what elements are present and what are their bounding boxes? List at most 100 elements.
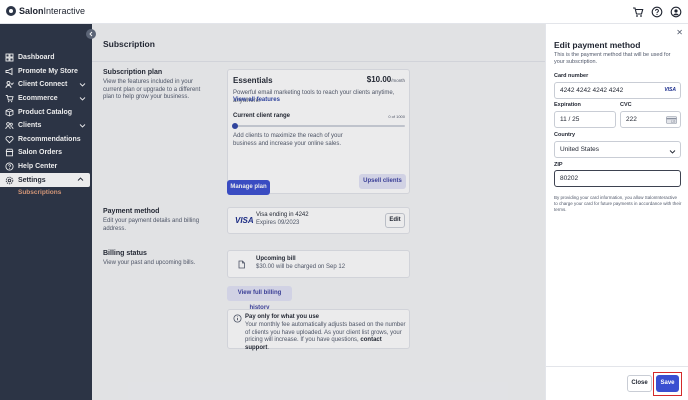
sidebar-item-label: Salon Orders [18, 149, 62, 157]
users-icon [5, 121, 14, 130]
sidebar-collapse-button[interactable] [86, 29, 96, 39]
panel-title: Edit payment method [554, 40, 641, 50]
upsell-clients-button[interactable]: Upsell clients [359, 174, 406, 189]
sidebar-item-salon-orders[interactable]: Salon Orders [0, 146, 92, 160]
close-icon[interactable]: ✕ [676, 28, 683, 37]
chevron-up-icon [77, 176, 84, 183]
upcoming-bill-card: Upcoming bill $30.00 will be charged on … [227, 250, 410, 278]
section-title: Subscription plan [103, 69, 163, 76]
sidebar-item-label: Dashboard [18, 54, 55, 62]
box-icon [5, 108, 14, 117]
sidebar-item-label: Settings [18, 176, 46, 184]
cvc-card-icon: 123 [666, 115, 677, 124]
cvc-field[interactable]: 222 123 [620, 111, 681, 128]
view-all-features-link[interactable]: View all features [233, 97, 280, 103]
sidebar-item-label: Product Catalog [18, 108, 73, 116]
zip-label: ZIP [554, 162, 563, 168]
section-title: Billing status [103, 250, 147, 257]
info-body: Your monthly fee automatically adjusts b… [245, 322, 406, 351]
client-range-label: Current client range [233, 113, 291, 119]
visa-logo: VISA [664, 87, 676, 93]
payment-card: VISA Visa ending in 4242 Expires 09/2023… [227, 207, 410, 234]
plan-name: Essentials [233, 76, 273, 85]
svg-text:123: 123 [671, 120, 676, 124]
client-range-value: 0 of 1000 [388, 114, 405, 119]
gear-icon [5, 176, 14, 185]
sidebar-item-promote[interactable]: Promote My Store [0, 65, 92, 79]
section-description: View your past and upcoming bills. [103, 260, 196, 266]
sidebar-nav: Dashboard Promote My Store Client Connec… [0, 51, 92, 199]
megaphone-icon [5, 67, 14, 76]
payment-method-section: Payment method Edit your payment details… [103, 208, 213, 233]
expiration-label: Expiration [554, 102, 581, 108]
edit-payment-button[interactable]: Edit [385, 213, 405, 228]
billing-status-section: Billing status View your past and upcomi… [103, 250, 213, 268]
grid-icon [5, 53, 14, 62]
save-button[interactable]: Save [656, 375, 679, 392]
account-icon[interactable] [670, 6, 682, 18]
subscription-plan-section: Subscription plan View the features incl… [103, 69, 213, 102]
info-title: Pay only for what you use [245, 314, 320, 320]
store-icon [5, 148, 14, 157]
card-ending: Visa ending in 4242 [256, 212, 309, 218]
sidebar: Dashboard Promote My Store Client Connec… [0, 24, 92, 400]
chevron-left-icon [89, 31, 93, 37]
chevron-down-icon [79, 95, 86, 102]
slider-thumb[interactable] [232, 123, 238, 129]
upcoming-bill-description: $30.00 will be charged on Sep 12 [256, 264, 346, 270]
sidebar-item-help-center[interactable]: Help Center [0, 160, 92, 174]
chevron-down-icon [79, 81, 86, 88]
client-range-slider[interactable] [232, 123, 405, 129]
top-icons [632, 6, 682, 18]
card-expiry: Expires 09/2023 [256, 220, 300, 226]
sidebar-item-client-connect[interactable]: Client Connect [0, 78, 92, 92]
section-title: Payment method [103, 208, 160, 215]
cart-icon [5, 94, 14, 103]
sidebar-item-product-catalog[interactable]: Product Catalog [0, 105, 92, 119]
main-content: Subscription Subscription plan View the … [92, 24, 545, 400]
sidebar-item-label: Clients [18, 122, 42, 130]
visa-logo: VISA [235, 216, 254, 225]
sidebar-item-clients[interactable]: Clients [0, 119, 92, 133]
page-title: Subscription [92, 24, 545, 62]
sidebar-item-recommendations[interactable]: Recommendations [0, 133, 92, 147]
edit-payment-panel: ✕ Edit payment method This is the paymen… [545, 24, 688, 400]
panel-footer: Close Save [546, 366, 688, 400]
cvc-label: CVC [620, 102, 632, 108]
cart-icon[interactable] [632, 6, 644, 18]
heart-icon [5, 135, 14, 144]
close-button[interactable]: Close [627, 375, 652, 392]
sidebar-item-settings[interactable]: Settings [0, 173, 90, 187]
pricing-info-card: Pay only for what you use Your monthly f… [227, 309, 410, 351]
country-select[interactable]: United States [554, 141, 681, 158]
chevron-down-icon [79, 122, 86, 129]
app-logo[interactable]: SalonInteractive [6, 6, 85, 16]
sidebar-item-label: Recommendations [18, 135, 81, 143]
manage-plan-button[interactable]: Manage plan [227, 180, 270, 195]
card-number-field[interactable]: 4242 4242 4242 4242 VISA [554, 82, 681, 99]
plan-price: $10.00/month [366, 75, 405, 84]
card-number-label: Card number [554, 73, 589, 79]
sidebar-item-ecommerce[interactable]: Ecommerce [0, 92, 92, 106]
logo-text: SalonInteractive [19, 6, 86, 16]
help-icon [5, 162, 14, 171]
expiration-field[interactable]: 11 / 25 [554, 111, 616, 128]
help-icon[interactable] [651, 6, 663, 18]
zip-field[interactable]: 80202 [554, 170, 681, 187]
sidebar-item-label: Client Connect [18, 81, 68, 89]
user-check-icon [5, 80, 14, 89]
sidebar-item-dashboard[interactable]: Dashboard [0, 51, 92, 65]
section-description: Edit your payment details and billing ad… [103, 218, 200, 232]
plan-card: Essentials $10.00/month Powerful email m… [227, 69, 410, 194]
section-description: View the features included in your curre… [103, 79, 201, 100]
logo-icon [6, 6, 16, 16]
sidebar-item-label: Promote My Store [18, 67, 78, 75]
sidebar-subitem-subscriptions[interactable]: Subscriptions [0, 187, 92, 199]
billing-history-button[interactable]: View full billing history [227, 286, 292, 311]
client-range-description: Add clients to maximize the reach of you… [233, 133, 343, 147]
top-bar: SalonInteractive [0, 0, 688, 24]
country-label: Country [554, 132, 576, 138]
document-icon [237, 260, 246, 269]
panel-subtitle: This is the payment method that will be … [554, 52, 671, 65]
sidebar-item-label: Help Center [18, 163, 58, 171]
